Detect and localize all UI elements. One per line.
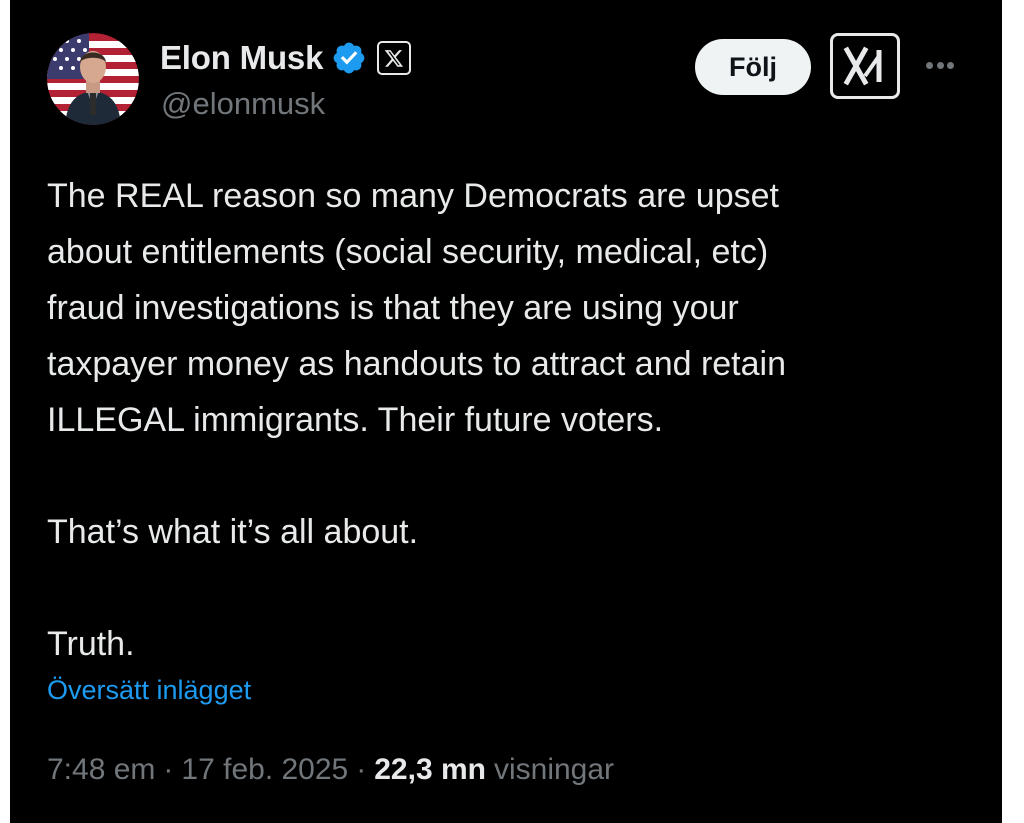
tweet-line: taxpayer money as handouts to attract an… (47, 345, 787, 383)
page-frame: Elon Musk @elonmusk Följ The REAL reason… (0, 0, 1024, 823)
grok-icon[interactable] (830, 33, 900, 99)
separator: · (356, 753, 367, 786)
display-name[interactable]: Elon Musk (160, 39, 323, 77)
tweet-line: about entitlements (social security, med… (47, 233, 769, 271)
tweet-text: The REAL reason so many Democrats are up… (47, 168, 977, 672)
views-label: visningar (493, 753, 615, 786)
separator: · (163, 753, 174, 786)
more-options-icon[interactable] (918, 52, 962, 78)
author-name-row: Elon Musk (160, 36, 412, 80)
tweet-card: Elon Musk @elonmusk Följ The REAL reason… (10, 0, 1002, 823)
post-time[interactable]: 7:48 em (47, 753, 155, 787)
tweet-paragraph: Truth. (47, 625, 135, 663)
tweet-line: fraud investigations is that they are us… (47, 289, 739, 327)
tweet-meta: 7:48 em · 17 feb. 2025 · 22,3 mn visning… (47, 753, 614, 787)
tweet-line: ILLEGAL immigrants. Their future voters. (47, 401, 664, 439)
follow-button[interactable]: Följ (695, 39, 811, 95)
post-date[interactable]: 17 feb. 2025 (181, 753, 348, 787)
verified-badge-icon (331, 40, 367, 76)
dot (926, 61, 933, 69)
tweet-paragraph: That’s what it’s all about. (47, 513, 419, 551)
x-affiliate-icon[interactable] (377, 41, 412, 75)
dot (936, 61, 944, 69)
dot (947, 61, 954, 69)
author-handle[interactable]: @elonmusk (161, 86, 325, 122)
tweet-line: The REAL reason so many Democrats are up… (47, 177, 779, 215)
views-count: 22,3 mn (374, 753, 486, 786)
avatar[interactable] (47, 33, 139, 125)
translate-post-link[interactable]: Översätt inlägget (47, 675, 251, 706)
